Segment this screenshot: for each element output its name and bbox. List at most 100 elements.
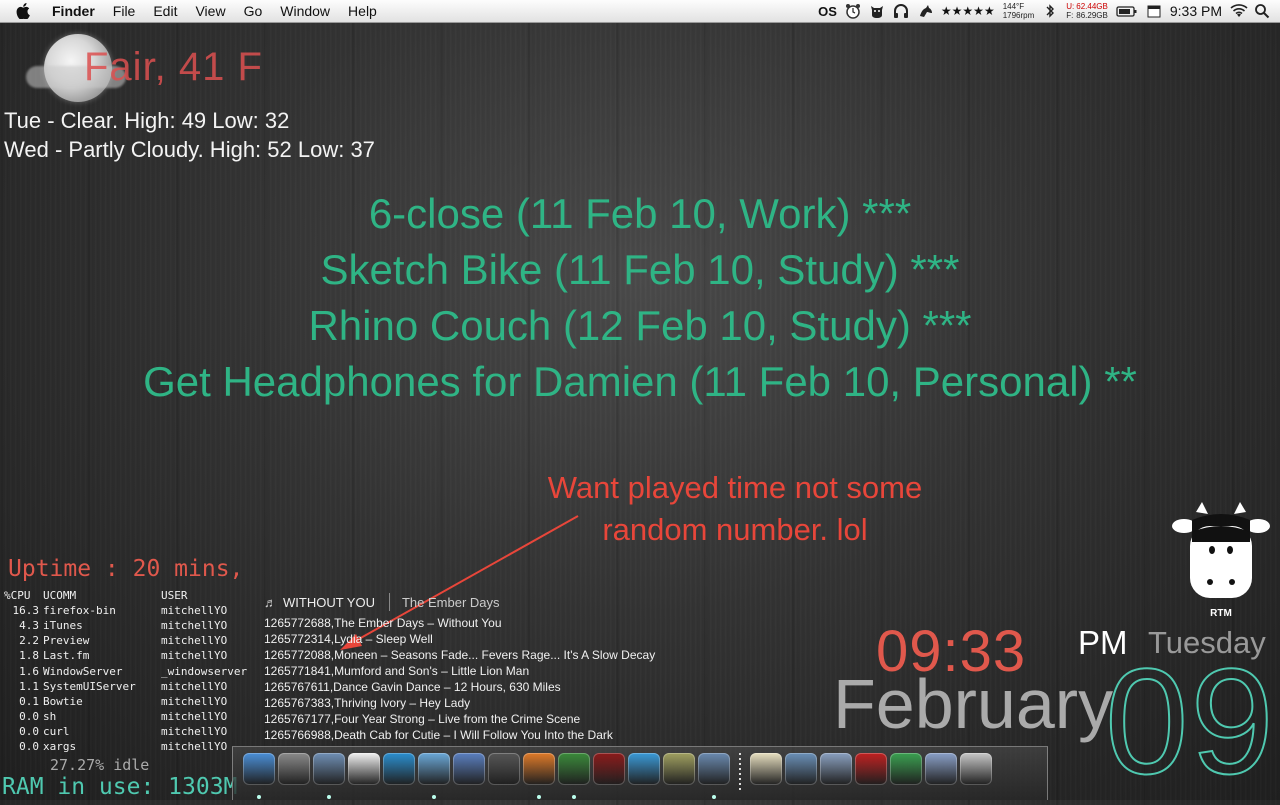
annotation-line-1: Want played time not some xyxy=(547,470,923,505)
list-item: 1265772688,The Ember Days – Without You xyxy=(264,616,502,630)
menu-bar: Finder File Edit View Go Window Help OS … xyxy=(0,0,1280,23)
user-cell: mitchellYO xyxy=(161,634,228,648)
wunderlist-icon[interactable] xyxy=(383,753,415,785)
ical-icon[interactable] xyxy=(348,753,380,785)
disk-free-label: F: xyxy=(1066,11,1074,20)
battery-icon[interactable] xyxy=(1116,3,1138,19)
spotlight-search-icon[interactable] xyxy=(1254,3,1270,19)
rtm-task-list: 6-close (11 Feb 10, Work) *** Sketch Bik… xyxy=(0,186,1280,410)
cpu-cell: 1.1 xyxy=(19,679,39,693)
xcode-icon[interactable] xyxy=(453,753,485,785)
now-playing: ♬ WITHOUT YOU The Ember Days xyxy=(264,593,500,611)
fan-speed: 1796rpm xyxy=(1002,11,1035,20)
menu-edit[interactable]: Edit xyxy=(144,0,186,22)
list-item: 1265771841,Mumford and Son's – Little Li… xyxy=(264,664,530,678)
table-row: 1.1 SystemUIServer mitchellYO xyxy=(4,679,261,694)
table-header-row: %CPU UCOMM USER xyxy=(4,588,261,603)
running-indicator xyxy=(712,795,716,799)
cpu-cell: 1.6 xyxy=(19,664,39,678)
menu-finder[interactable]: Finder xyxy=(46,0,104,22)
command-cell: WindowServer xyxy=(43,664,123,678)
user-cell: _windowserver xyxy=(161,664,248,678)
growl-paw-icon[interactable] xyxy=(917,3,933,19)
cow-icon[interactable] xyxy=(869,3,885,19)
rating-stars[interactable]: ★★★★★ xyxy=(941,4,995,18)
trash-icon[interactable] xyxy=(960,753,992,785)
desktop-clock-date: 09 xyxy=(1104,637,1276,805)
ram-usage-readout: RAM in use: 1303M xyxy=(2,774,238,800)
rtm-label: RTM xyxy=(1210,608,1232,619)
list-item: 1265767177,Four Year Strong – Live from … xyxy=(264,712,581,726)
preview-stack-icon[interactable] xyxy=(925,753,957,785)
rtm-cow-widget[interactable]: RTM xyxy=(1172,502,1270,622)
task-item: Sketch Bike (11 Feb 10, Study) *** xyxy=(320,246,960,293)
firefox-icon[interactable] xyxy=(523,753,555,799)
user-cell: mitchellYO xyxy=(161,724,228,738)
menu-help[interactable]: Help xyxy=(339,0,386,22)
mail-icon[interactable] xyxy=(313,753,345,799)
running-indicator xyxy=(537,795,541,799)
command-cell: Bowtie xyxy=(43,694,83,708)
cpu-cell: 0.0 xyxy=(19,724,39,738)
disk-usage-readout: U: F: 62.44GB 86.29GB xyxy=(1066,2,1108,20)
command-cell: iTunes xyxy=(43,619,83,633)
disk-free-value: 86.29GB xyxy=(1076,11,1108,20)
system-preferences-icon[interactable] xyxy=(278,753,310,785)
list-item: 1265766988,Death Cab for Cutie – I Will … xyxy=(264,728,613,742)
applications-folder-icon[interactable] xyxy=(820,753,852,785)
table-row: 0.0 xargs mitchellYO xyxy=(4,739,261,754)
wifi-icon[interactable] xyxy=(1230,3,1248,19)
annotation-note: Want played time not some random number.… xyxy=(500,467,970,551)
now-playing-divider xyxy=(388,593,390,611)
preview-icon[interactable] xyxy=(418,753,450,799)
command-cell: Last.fm xyxy=(43,649,90,663)
table-row: 1.6 WindowServer _windowserver xyxy=(4,663,261,678)
alarm-clock-icon[interactable] xyxy=(845,3,861,19)
apple-menu-icon[interactable] xyxy=(16,3,34,19)
running-indicator xyxy=(572,795,576,799)
desktop-clock-month: February xyxy=(833,665,1114,743)
itunes-icon[interactable] xyxy=(558,753,590,799)
menu-window[interactable]: Window xyxy=(271,0,339,22)
menu-view[interactable]: View xyxy=(186,0,234,22)
cpu-cell: 0.0 xyxy=(19,739,39,753)
list-item: 1265772088,Moneen – Seasons Fade... Feve… xyxy=(264,648,656,662)
cpu-cell: 0.1 xyxy=(19,694,39,708)
iphoto-icon[interactable] xyxy=(698,753,730,799)
cpu-cell: 16.3 xyxy=(12,604,40,618)
calendar-icon[interactable] xyxy=(1146,3,1162,19)
bluetooth-icon[interactable] xyxy=(1042,3,1058,19)
user-cell: mitchellYO xyxy=(161,709,228,723)
column-header-ucomm: UCOMM xyxy=(43,589,77,603)
download-icon[interactable] xyxy=(890,753,922,785)
cpu-cell: 1.8 xyxy=(19,649,39,663)
user-cell: mitchellYO xyxy=(161,679,228,693)
menu-file[interactable]: File xyxy=(104,0,145,22)
cpu-cell: 2.2 xyxy=(19,634,39,648)
cpu-cell: 0.0 xyxy=(19,709,39,723)
task-item: 6-close (11 Feb 10, Work) *** xyxy=(368,190,912,237)
diablo-icon[interactable] xyxy=(593,753,625,785)
table-row: 0.1 Bowtie mitchellYO xyxy=(4,694,261,709)
table-row: 0.0 sh mitchellYO xyxy=(4,709,261,724)
safari-icon[interactable] xyxy=(628,753,660,785)
cpu-temp-readout: 144°F 1796rpm xyxy=(1003,2,1035,20)
camera-icon[interactable] xyxy=(488,753,520,785)
music-note-icon: ♬ xyxy=(264,594,277,610)
table-row: 4.3 iTunes mitchellYO xyxy=(4,618,261,633)
disk-used-label: U: xyxy=(1066,2,1075,11)
documents-icon[interactable] xyxy=(750,753,782,785)
annotation-line-2: random number. lol xyxy=(602,512,868,547)
recent-tracks-list: 1265772688,The Ember Days – Without You … xyxy=(264,615,655,743)
menubar-clock[interactable]: 9:33 PM xyxy=(1170,3,1222,19)
headphones-icon[interactable] xyxy=(893,3,909,19)
command-cell: curl xyxy=(43,724,70,738)
growl-icon[interactable] xyxy=(663,753,695,785)
finder-icon[interactable] xyxy=(243,753,275,799)
downloads-stack-icon[interactable] xyxy=(785,753,817,785)
task-item: Get Headphones for Damien (11 Feb 10, Pe… xyxy=(143,358,1137,405)
menu-go[interactable]: Go xyxy=(235,0,272,22)
x-app-icon[interactable] xyxy=(855,753,887,785)
os-status-icon[interactable]: OS xyxy=(818,4,837,19)
table-row: 1.8 Last.fm mitchellYO xyxy=(4,648,261,663)
